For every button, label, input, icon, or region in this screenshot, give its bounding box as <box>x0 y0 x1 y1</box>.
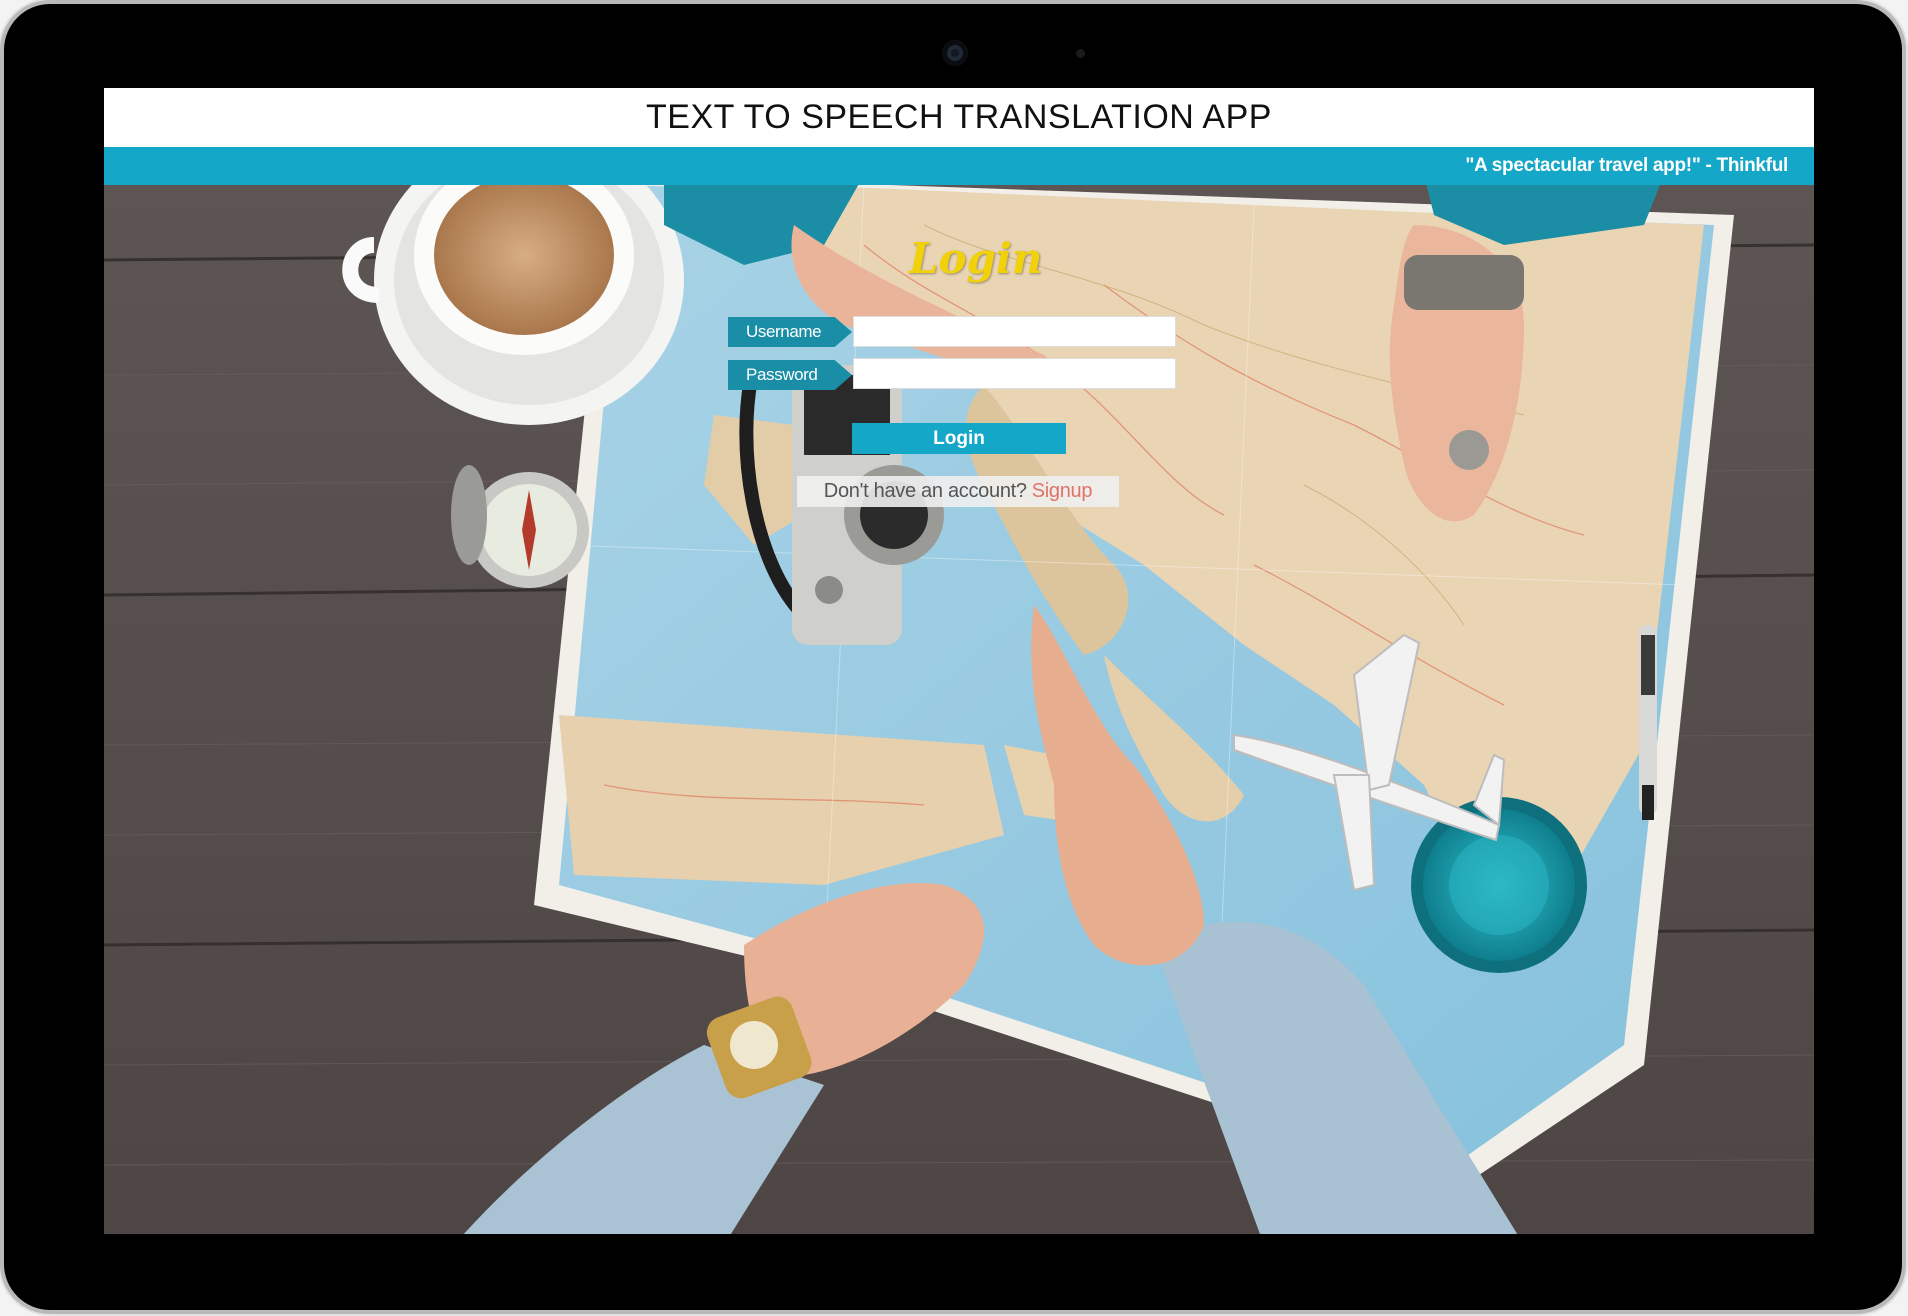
app-title: TEXT TO SPEECH TRANSLATION APP <box>646 98 1272 136</box>
password-input[interactable] <box>853 358 1176 389</box>
signup-prompt-text: Don't have an account? <box>823 480 1027 502</box>
tablet-frame: TEXT TO SPEECH TRANSLATION APP "A specta… <box>4 4 1902 1310</box>
app-screen: TEXT TO SPEECH TRANSLATION APP "A specta… <box>104 88 1814 1234</box>
username-label: Username <box>728 317 852 347</box>
app-header: TEXT TO SPEECH TRANSLATION APP <box>104 88 1814 147</box>
camera-sensor <box>1076 49 1085 58</box>
password-label: Password <box>728 360 852 390</box>
tagline-bar: "A spectacular travel app!" - Thinkful <box>104 147 1814 185</box>
username-input[interactable] <box>853 316 1176 347</box>
pen <box>1639 625 1657 820</box>
tagline-text: "A spectacular travel app!" - Thinkful <box>1465 155 1788 176</box>
signup-prompt-box: Don't have an account? Signup <box>797 476 1119 507</box>
login-heading: Login <box>909 234 1043 283</box>
camera-lens <box>942 40 968 66</box>
signup-link[interactable]: Signup <box>1032 480 1093 503</box>
login-button[interactable]: Login <box>852 423 1066 454</box>
